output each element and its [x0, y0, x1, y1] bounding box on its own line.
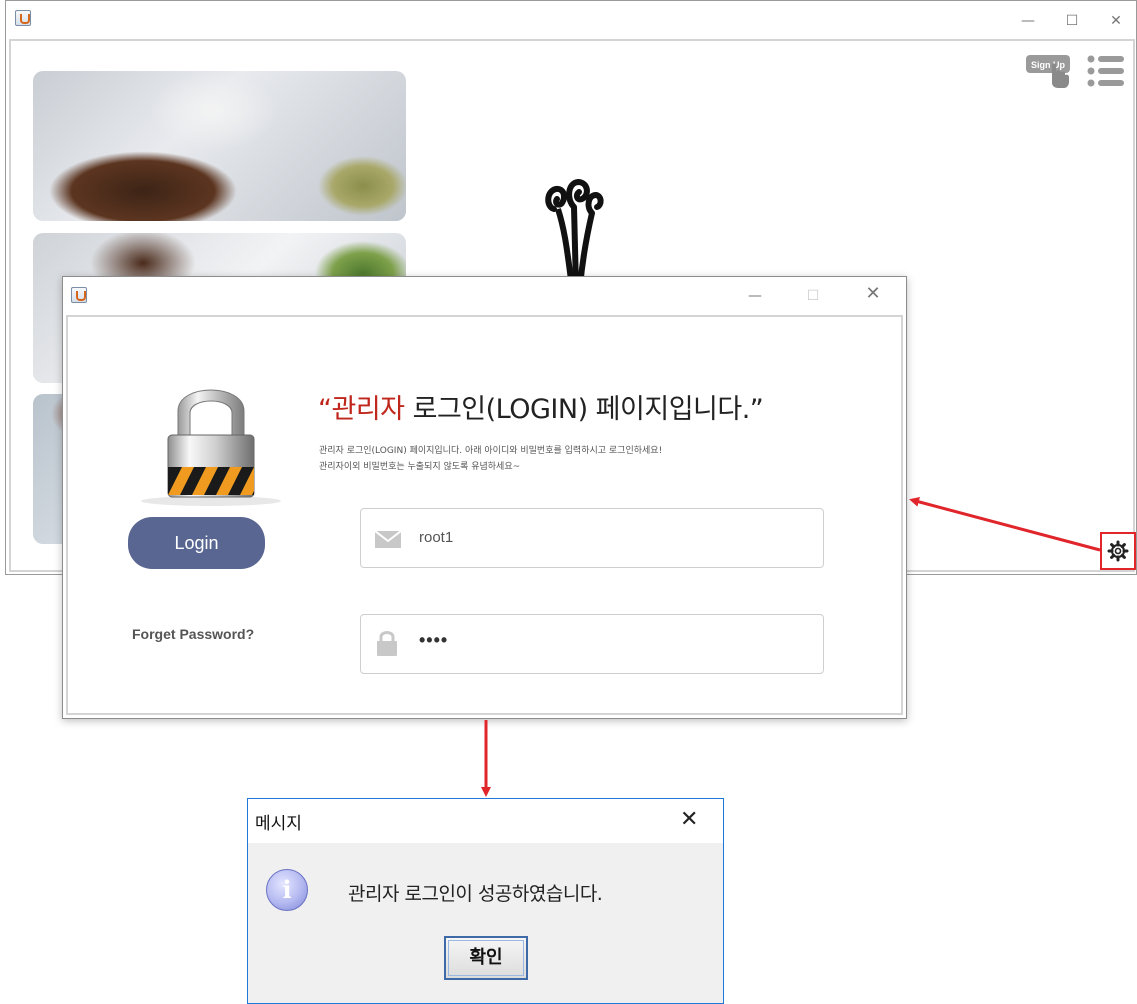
login-button[interactable]: Login — [128, 517, 265, 569]
app-logo — [545, 179, 604, 288]
gear-icon[interactable] — [1102, 534, 1134, 568]
envelope-icon — [375, 531, 401, 548]
heading-main-part: 로그인(LOGIN) 페이지입니다.” — [404, 394, 764, 425]
password-value: •••• — [419, 630, 449, 650]
settings-highlight — [1100, 532, 1136, 570]
signup-hand-icon: Sign Up — [1026, 55, 1070, 88]
close-button[interactable]: ✕ — [1104, 11, 1128, 31]
main-titlebar: — ☐ ✕ — [6, 1, 1136, 39]
lock-icon — [377, 631, 397, 656]
maximize-button[interactable]: ☐ — [1060, 11, 1084, 31]
signup-icon[interactable]: Sign Up — [1024, 53, 1074, 89]
hamburger-menu-icon[interactable] — [1086, 53, 1126, 89]
message-title: 메시지 — [255, 814, 302, 834]
info-icon: i — [266, 869, 308, 911]
message-text: 관리자 로그인이 성공하였습니다. — [348, 883, 603, 905]
close-button[interactable]: ✕ — [680, 807, 698, 832]
login-titlebar: — ☐ ✕ — [63, 277, 906, 315]
minimize-button[interactable]: — — [1016, 11, 1040, 31]
maximize-button: ☐ — [806, 288, 820, 304]
message-titlebar: 메시지 ✕ — [248, 799, 723, 843]
minimize-button[interactable]: — — [743, 286, 767, 306]
id-value: root1 — [419, 529, 454, 546]
id-input[interactable]: root1 — [360, 508, 824, 568]
login-content: “관리자 로그인(LOGIN) 페이지입니다.” 관리자 로그인(LOGIN) … — [66, 315, 903, 715]
forget-password-link[interactable]: Forget Password? — [132, 626, 254, 642]
padlock-icon — [141, 389, 281, 506]
password-input[interactable]: •••• — [360, 614, 824, 674]
ok-button[interactable]: 확인 — [444, 936, 528, 980]
close-button[interactable]: ✕ — [861, 284, 885, 304]
login-dialog: — ☐ ✕ “관리자 로그인(LOGIN) 페이지입니다.” 관리자 로그인(L… — [62, 276, 907, 719]
login-description-line-1: 관리자 로그인(LOGIN) 페이지입니다. 아래 아이디와 비밀번호를 입력하… — [319, 446, 663, 456]
message-dialog: 메시지 ✕ i 관리자 로그인이 성공하였습니다. 확인 — [247, 798, 724, 1004]
food-image-steak — [33, 71, 406, 221]
login-description-line-2: 관리자이외 비밀번호는 누출되지 않도록 유념하세요~ — [319, 462, 521, 472]
java-app-icon — [71, 287, 87, 303]
signup-label: Sign Up — [1031, 60, 1065, 70]
login-heading: “관리자 로그인(LOGIN) 페이지입니다.” — [318, 387, 764, 426]
java-app-icon — [15, 10, 31, 26]
heading-red-part: “관리자 — [318, 394, 405, 425]
